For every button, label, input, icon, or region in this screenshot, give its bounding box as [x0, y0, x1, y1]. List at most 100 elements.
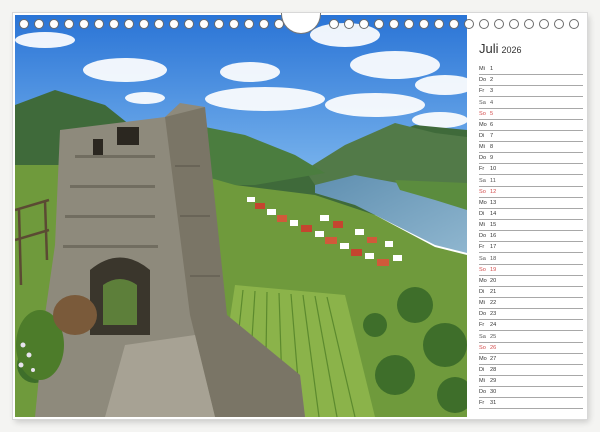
day-list: Mi 1 Do 2 Fr 3 Sa 4 So 5 Mo 6 Di 7 Mi 8 Do 9 Fr 10 Sa 11 So 12 M… — [479, 64, 583, 410]
weekday-label: Do — [479, 77, 487, 84]
weekday-label: Sa — [479, 99, 486, 106]
day-row: Sa 4 — [479, 97, 583, 109]
weekday-label: Fr — [479, 166, 485, 173]
weekday-label: Mi — [479, 66, 485, 73]
binding-ring — [64, 19, 74, 29]
weekday-label: So — [479, 266, 486, 273]
day-row: Fr 17 — [479, 242, 583, 254]
day-row: Fr 31 — [479, 398, 583, 410]
day-number: 18 — [490, 255, 497, 262]
day-row: Mo 6 — [479, 120, 583, 131]
binding-ring — [184, 19, 194, 29]
weekday-label: Mi — [479, 222, 485, 229]
day-row: So 19 — [479, 265, 583, 276]
day-number: 28 — [490, 366, 497, 373]
weekday-label: Mi — [479, 378, 485, 385]
binding-ring — [199, 19, 209, 29]
binding-ring — [389, 19, 399, 29]
weekday-label: Di — [479, 132, 485, 139]
day-row: Mo 20 — [479, 276, 583, 287]
day-row: Mi 1 — [479, 64, 583, 76]
weekday-label: Sa — [479, 333, 486, 340]
binding-ring — [359, 19, 369, 29]
day-number: 30 — [490, 389, 497, 396]
month-name: Juli — [479, 41, 499, 56]
day-number: 11 — [490, 177, 496, 184]
day-number: 29 — [490, 378, 497, 385]
day-number: 16 — [490, 233, 497, 240]
binding-ring — [124, 19, 134, 29]
day-number: 25 — [490, 333, 497, 340]
castle-ruin-above-river-valley-photo — [15, 15, 467, 417]
weekday-label: Di — [479, 366, 485, 373]
calendar-panel: Juli 2026 Mi 1 Do 2 Fr 3 Sa 4 So 5 Mo 6 Di 7 Mi 8 Do 9 Fr 10… — [471, 15, 585, 417]
day-number: 20 — [490, 277, 497, 284]
weekday-label: Mo — [479, 121, 487, 128]
day-row: So 26 — [479, 343, 583, 354]
day-row: Sa 25 — [479, 331, 583, 343]
binding-ring — [374, 19, 384, 29]
day-row: Di 14 — [479, 209, 583, 220]
binding-ring — [404, 19, 414, 29]
weekday-label: Do — [479, 233, 487, 240]
day-row: Mi 22 — [479, 298, 583, 310]
day-number: 8 — [490, 144, 494, 151]
day-row: Di 28 — [479, 365, 583, 376]
day-number: 7 — [490, 132, 494, 139]
day-number: 26 — [490, 344, 497, 351]
day-number: 5 — [490, 110, 494, 117]
day-number: 12 — [490, 188, 497, 195]
day-number: 4 — [490, 99, 494, 106]
binding-ring — [259, 19, 269, 29]
day-row: Fr 10 — [479, 164, 583, 176]
weekday-label: Fr — [479, 244, 485, 251]
binding-ring — [19, 19, 29, 29]
day-number: 24 — [490, 322, 497, 329]
day-row: So 12 — [479, 187, 583, 198]
weekday-label: So — [479, 188, 486, 195]
weekday-label: Mo — [479, 277, 487, 284]
binding-ring — [344, 19, 354, 29]
binding-ring — [169, 19, 179, 29]
day-row: So 5 — [479, 109, 583, 120]
weekday-label: Fr — [479, 88, 485, 95]
binding-ring — [244, 19, 254, 29]
binding-ring — [434, 19, 444, 29]
weekday-label: So — [479, 344, 486, 351]
day-row: Mi 29 — [479, 376, 583, 388]
month-heading: Juli 2026 — [479, 41, 522, 56]
binding-ring — [329, 19, 339, 29]
weekday-label: Do — [479, 389, 487, 396]
day-row: Mo 13 — [479, 198, 583, 209]
day-row: Fr 24 — [479, 320, 583, 332]
day-number: 27 — [490, 355, 497, 362]
day-row: Fr 3 — [479, 86, 583, 98]
day-row: Mo 27 — [479, 354, 583, 365]
binding-ring — [94, 19, 104, 29]
weekday-label: Sa — [479, 255, 486, 262]
day-row: Do 23 — [479, 309, 583, 321]
weekday-label: Mo — [479, 199, 487, 206]
binding-ring — [34, 19, 44, 29]
binding-ring — [49, 19, 59, 29]
day-number: 19 — [490, 266, 497, 273]
day-row: Sa 18 — [479, 253, 583, 265]
day-row: Do 2 — [479, 75, 583, 87]
day-number: 3 — [490, 88, 494, 95]
day-number: 22 — [490, 300, 497, 307]
binding-ring — [154, 19, 164, 29]
weekday-label: Sa — [479, 177, 486, 184]
weekday-label: Di — [479, 288, 485, 295]
weekday-label: Do — [479, 311, 487, 318]
day-number: 15 — [490, 222, 497, 229]
day-number: 10 — [490, 166, 497, 173]
day-number: 6 — [490, 121, 494, 128]
day-row: Mi 15 — [479, 220, 583, 232]
day-row: Di 21 — [479, 287, 583, 298]
day-row: Di 7 — [479, 131, 583, 142]
binding-ring — [449, 19, 459, 29]
day-number: 14 — [490, 210, 497, 217]
weekday-label: Mo — [479, 355, 487, 362]
weekday-label: Mi — [479, 300, 485, 307]
day-number: 2 — [490, 77, 494, 84]
